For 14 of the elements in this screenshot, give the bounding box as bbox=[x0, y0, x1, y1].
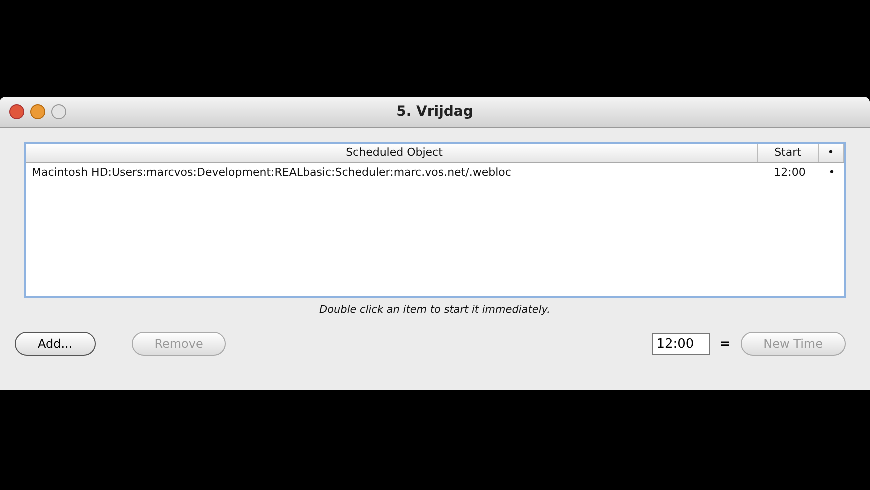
table-cell-text: • bbox=[828, 166, 836, 178]
push-button[interactable]: Add... bbox=[15, 332, 96, 356]
column-header[interactable]: • bbox=[819, 144, 844, 162]
time-field[interactable]: 12:00 bbox=[652, 333, 710, 355]
column-header[interactable]: Scheduled Object bbox=[26, 144, 758, 162]
column-header[interactable]: Start bbox=[758, 144, 819, 162]
hint-text: Double click an item to start it immediately. bbox=[318, 304, 552, 316]
close-icon[interactable] bbox=[9, 104, 25, 120]
table-cell-text: Macintosh HD:Users:marcvos:Development:REALbasic:Scheduler:marc.vos.net/.webloc bbox=[31, 166, 512, 178]
zoom-icon[interactable] bbox=[51, 104, 67, 120]
equals-sign: = bbox=[720, 336, 731, 352]
table-cell-text: 12:00 bbox=[773, 166, 807, 178]
window-title: 5. Vrijdag bbox=[396, 104, 474, 120]
minimize-icon[interactable] bbox=[30, 104, 46, 120]
